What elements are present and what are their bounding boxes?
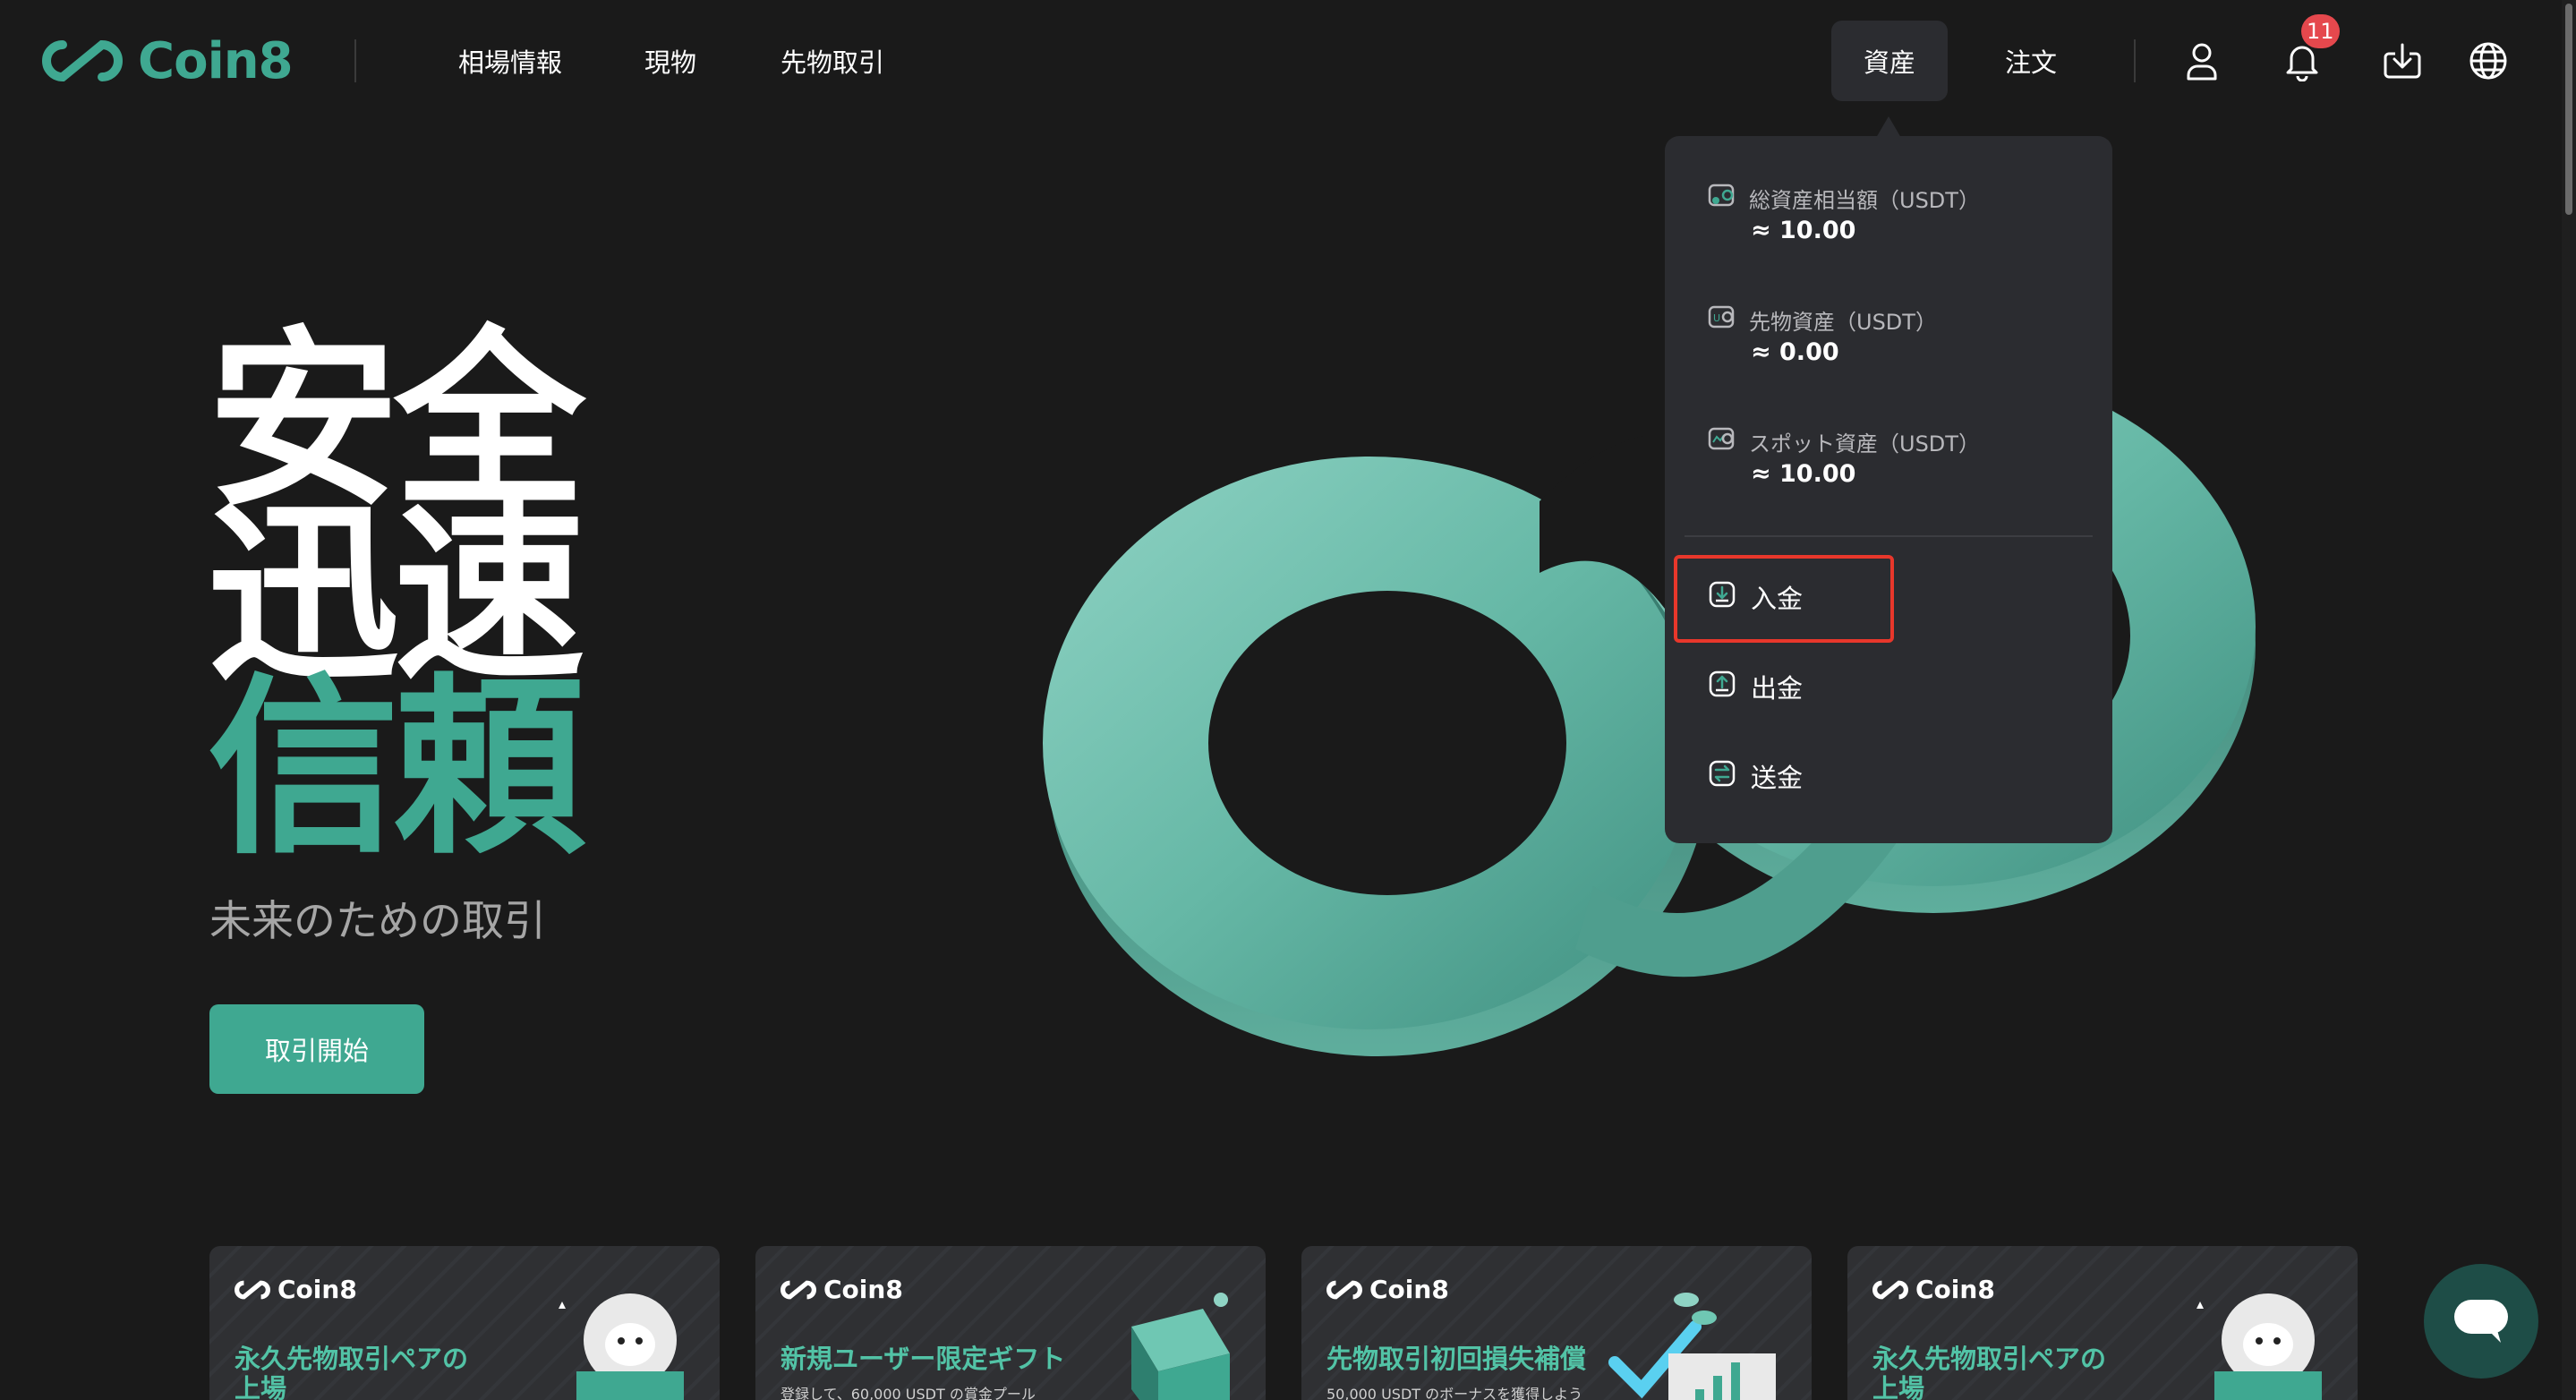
- download-icon[interactable]: [2379, 38, 2426, 84]
- support-chat-button[interactable]: [2424, 1264, 2538, 1379]
- globe-icon[interactable]: [2465, 38, 2512, 84]
- infinity-logo-icon: [780, 1280, 816, 1299]
- svg-text:U: U: [1713, 312, 1720, 324]
- card-title: 永久先物取引ペアの 上場: [235, 1344, 469, 1400]
- nav-spot[interactable]: 現物: [644, 39, 696, 82]
- futures-assets-stat: U 先物資産（USDT） ≈ 0.00: [1708, 304, 1937, 366]
- card-logo: Coin8: [1326, 1275, 1449, 1304]
- card-title-line1: 永久先物取引ペアの: [235, 1344, 469, 1374]
- astronaut-dog-illustration: [2196, 1293, 2322, 1400]
- total-assets-stat: 総資産相当額（USDT） ≈ 10.00: [1708, 183, 1980, 244]
- promo-card-loss-compensation[interactable]: Coin8 先物取引初回損失補償 50,000 USDT のボーナスを獲得しよう: [1301, 1246, 1812, 1400]
- spot-assets-label: スポット資産（USDT）: [1749, 431, 1980, 457]
- hero-headline-trust: 信頼: [208, 657, 585, 880]
- assets-menu-button[interactable]: 資産: [1831, 21, 1948, 101]
- deposit-highlight-box: [1674, 555, 1894, 643]
- infinity-logo-icon: [1872, 1280, 1908, 1299]
- nav-futures[interactable]: 先物取引: [780, 39, 884, 82]
- card-logo-text: Coin8: [1369, 1275, 1449, 1304]
- futures-assets-label: 先物資産（USDT）: [1749, 309, 1937, 335]
- growth-chart-illustration: [1608, 1293, 1776, 1400]
- card-subtitle: 登録して、60,000 USDT の賞金プール: [780, 1386, 1036, 1400]
- assets-dropdown-menu: 総資産相当額（USDT） ≈ 10.00 U 先物資産（USDT） ≈ 0.00…: [1665, 136, 2112, 843]
- withdraw-label: 出金: [1751, 673, 1804, 704]
- spot-assets-stat: スポット資産（USDT） ≈ 10.00: [1708, 426, 1980, 488]
- hero-subtitle: 未来のための取引: [209, 897, 546, 946]
- infinity-logo-icon: [1326, 1280, 1362, 1299]
- spot-wallet-icon: [1708, 425, 1736, 457]
- infinity-logo-icon: [42, 39, 123, 82]
- header-divider: [354, 39, 356, 82]
- infinity-logo-icon: [235, 1280, 270, 1299]
- card-logo-text: Coin8: [823, 1275, 903, 1304]
- dropdown-divider: [1685, 535, 2093, 537]
- brand-logo[interactable]: Coin8: [41, 31, 294, 90]
- promo-card-perpetual-listing[interactable]: Coin8 永久先物取引ペアの 上場: [209, 1246, 720, 1400]
- card-title-line2: 上場: [235, 1373, 287, 1400]
- card-title-line1: 永久先物取引ペアの: [1872, 1344, 2107, 1374]
- chat-bubble-icon: [2454, 1300, 2508, 1343]
- card-title: 新規ユーザー限定ギフト: [780, 1344, 1066, 1374]
- card-logo-text: Coin8: [277, 1275, 357, 1304]
- futures-wallet-icon: U: [1708, 303, 1736, 336]
- wallet-icon: [1708, 182, 1736, 214]
- promo-card-perpetual-listing-2[interactable]: Coin8 永久先物取引ペアの 上場: [1847, 1246, 2358, 1400]
- user-icon[interactable]: [2179, 38, 2225, 84]
- transfer-label: 送金: [1751, 763, 1804, 793]
- card-logo: Coin8: [780, 1275, 903, 1304]
- header-divider: [2134, 39, 2136, 82]
- card-title: 先物取引初回損失補償: [1326, 1344, 1587, 1374]
- futures-assets-value: ≈ 0.00: [1751, 338, 1839, 366]
- gift-box-illustration: [1131, 1293, 1230, 1400]
- nav-market-info[interactable]: 相場情報: [458, 39, 562, 82]
- astronaut-dog-illustration: [559, 1293, 684, 1400]
- promo-card-new-user-gift[interactable]: Coin8 新規ユーザー限定ギフト 登録して、60,000 USDT の賞金プー…: [755, 1246, 1266, 1400]
- transfer-menu-item[interactable]: 送金: [1708, 754, 1803, 798]
- spot-assets-value: ≈ 10.00: [1751, 460, 1856, 488]
- total-assets-label: 総資産相当額（USDT）: [1749, 187, 1980, 213]
- card-subtitle: 50,000 USDT のボーナスを獲得しよう: [1326, 1386, 1583, 1400]
- card-title-line2: 上場: [1872, 1373, 1925, 1400]
- withdraw-menu-item[interactable]: 出金: [1708, 664, 1803, 709]
- top-navigation-bar: Coin8 相場情報 現物 先物取引 資産 注文 11: [0, 0, 2576, 120]
- withdraw-icon: [1708, 670, 1736, 704]
- total-assets-value: ≈ 10.00: [1751, 217, 1856, 244]
- card-logo-text: Coin8: [1915, 1275, 1995, 1304]
- card-logo: Coin8: [235, 1275, 357, 1304]
- dropdown-caret: [1876, 116, 1901, 138]
- transfer-icon: [1708, 759, 1736, 794]
- notification-count-badge: 11: [2301, 14, 2340, 48]
- card-title: 永久先物取引ペアの 上場: [1872, 1344, 2107, 1400]
- start-trading-button[interactable]: 取引開始: [209, 1004, 424, 1094]
- card-logo: Coin8: [1872, 1275, 1995, 1304]
- scrollbar-thumb[interactable]: [2565, 4, 2572, 215]
- orders-menu-button[interactable]: 注文: [2005, 39, 2057, 82]
- brand-name: Coin8: [138, 31, 294, 90]
